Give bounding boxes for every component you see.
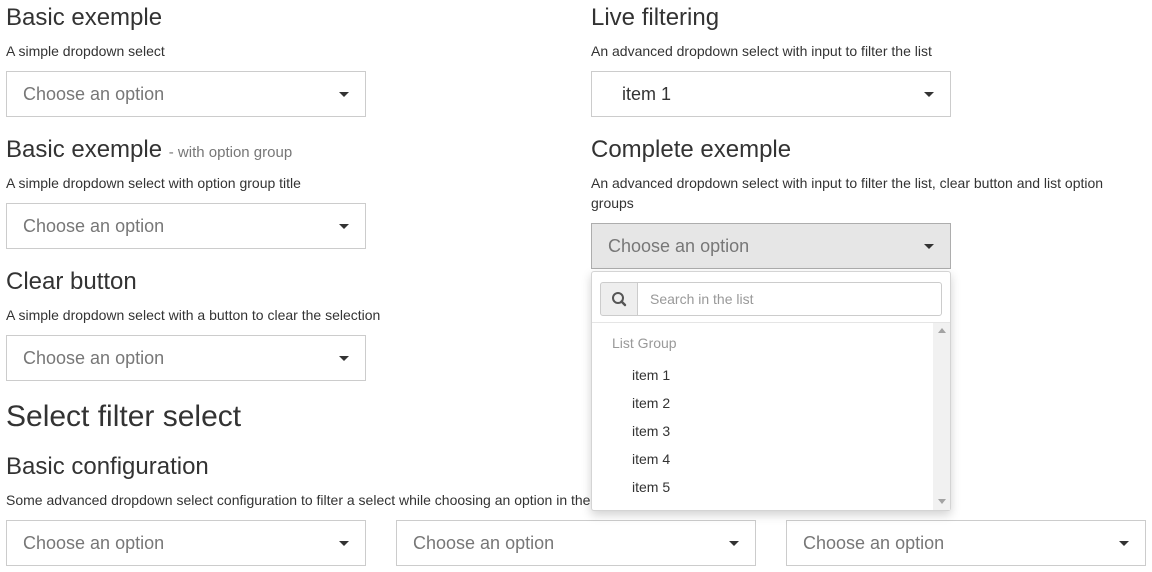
caret-down-icon [1119,541,1129,546]
basic-configuration-description: Some advanced dropdown select configurat… [6,492,591,508]
select-value: item 1 [622,84,672,104]
caret-down-icon [339,92,349,97]
select-value: Choose an option [413,533,555,553]
complete-select-dropdown: List Group item 1 item 2 item 3 item 4 i… [591,271,951,511]
complete-select[interactable]: Choose an option [591,223,951,269]
basic-select[interactable]: Choose an option [6,71,366,117]
basic-group-example-title: Basic exemple - with option group [6,136,293,163]
clear-button-description: A simple dropdown select with a button t… [6,307,381,323]
complete-example-title: Complete exemple [591,136,792,163]
select-value: Choose an option [23,216,165,236]
filter-select-2[interactable]: Choose an option [396,520,756,566]
basic-group-select[interactable]: Choose an option [6,203,366,249]
scroll-down-arrow-icon[interactable] [938,499,946,504]
caret-down-icon [924,244,934,249]
live-filtering-description: An advanced dropdown select with input t… [591,43,932,59]
basic-example-title: Basic exemple [6,4,163,31]
scroll-up-arrow-icon[interactable] [938,328,946,333]
option-item-5[interactable]: item 5 [632,477,670,497]
filter-select-3[interactable]: Choose an option [786,520,1146,566]
live-filtering-title: Live filtering [591,4,720,31]
caret-down-icon [339,356,349,361]
filter-select-1[interactable]: Choose an option [6,520,366,566]
caret-down-icon [339,224,349,229]
select-value: Choose an option [23,84,165,104]
option-list: List Group item 1 item 2 item 3 item 4 i… [592,323,932,510]
clear-button-select[interactable]: Choose an option [6,335,366,381]
basic-example-description: A simple dropdown select [6,43,165,59]
select-value: Choose an option [23,348,165,368]
search-input[interactable] [637,282,942,316]
search-icon [600,282,638,316]
select-value: Choose an option [23,533,165,553]
title-subtitle: - with option group [168,144,293,161]
option-group-title: List Group [612,335,677,351]
caret-down-icon [339,541,349,546]
option-item-4[interactable]: item 4 [632,449,670,469]
basic-group-example-description: A simple dropdown select with option gro… [6,175,301,191]
select-filter-heading: Select filter select [6,400,242,433]
option-item-1[interactable]: item 1 [632,365,670,385]
complete-example-description: An advanced dropdown select with input t… [591,175,1104,211]
caret-down-icon [924,92,934,97]
select-value: Choose an option [608,236,750,256]
list-scrollbar[interactable] [933,323,950,510]
option-item-3[interactable]: item 3 [632,421,670,441]
select-value: Choose an option [803,533,945,553]
basic-configuration-title: Basic configuration [6,453,209,480]
caret-down-icon [729,541,739,546]
option-item-2[interactable]: item 2 [632,393,670,413]
dropdown-search [600,282,942,316]
live-filtering-select[interactable]: item 1 [591,71,951,117]
clear-button-title: Clear button [6,268,137,295]
